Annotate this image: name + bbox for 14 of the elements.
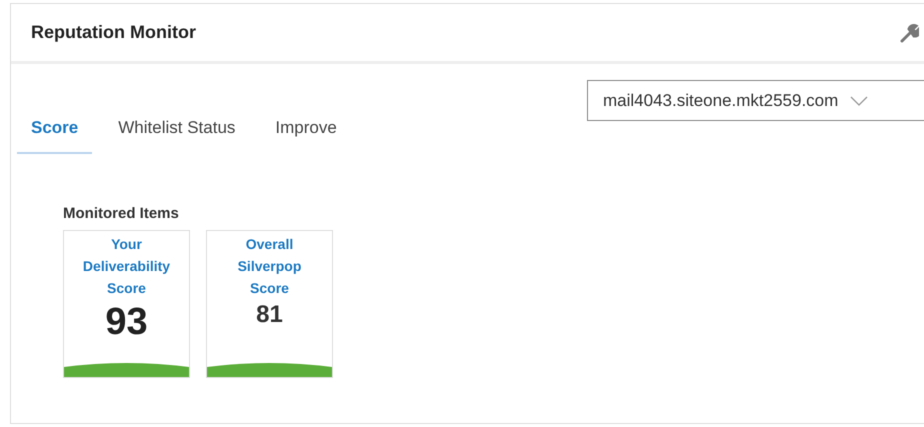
card-title: Overall Silverpop Score (238, 235, 302, 298)
tab[interactable]: Whitelist Status (104, 106, 250, 154)
score-card[interactable]: Overall Silverpop Score 81 (206, 230, 333, 378)
card-title: Your Deliverability Score (82, 235, 170, 298)
wrench-icon[interactable] (899, 22, 919, 42)
score-value: 93 (105, 301, 148, 344)
tab[interactable]: Score (17, 106, 92, 154)
domain-dropdown[interactable]: mail4043.siteone.mkt2559.com (587, 80, 924, 121)
panel-title: Reputation Monitor (31, 22, 196, 43)
score-value: 81 (256, 301, 283, 329)
score-card[interactable]: Your Deliverability Score 93 (63, 230, 190, 378)
chevron-down-icon (850, 96, 868, 106)
section-heading: Monitored Items (63, 205, 180, 222)
tab[interactable]: Improve (261, 106, 351, 154)
